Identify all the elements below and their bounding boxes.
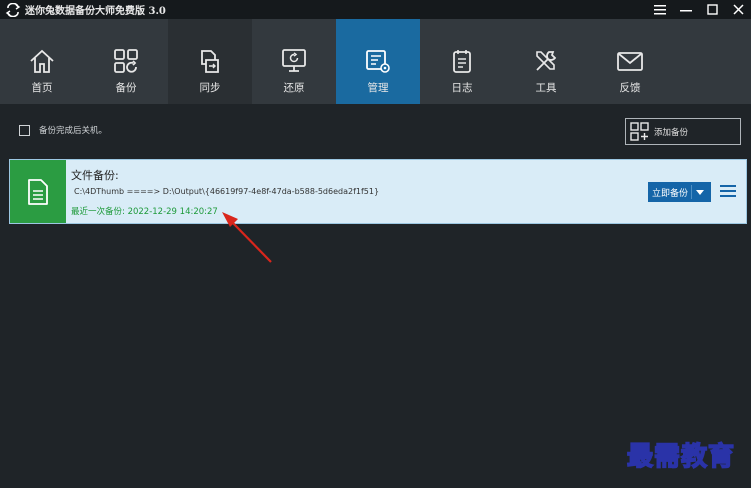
task-path: C:\4DThumb ====> D:\Output\{46619f97-4e8… xyxy=(74,187,380,196)
tab-log-label: 日志 xyxy=(451,82,473,94)
maximize-icon[interactable] xyxy=(705,3,719,17)
tab-tools-label: 工具 xyxy=(535,82,557,94)
shutdown-label: 备份完成后关机。 xyxy=(39,126,108,136)
tab-home-label: 首页 xyxy=(31,82,53,94)
tab-feedback[interactable]: 反馈 xyxy=(588,19,672,104)
add-backup-icon xyxy=(630,121,649,141)
sync-icon xyxy=(201,50,219,73)
home-icon xyxy=(30,49,54,73)
mail-icon xyxy=(617,52,643,71)
tab-manage-label: 管理 xyxy=(367,82,389,94)
tab-backup[interactable]: 备份 xyxy=(84,19,168,104)
add-backup-label: 添加备份 xyxy=(654,127,689,138)
task-title: 文件备份: xyxy=(71,169,119,182)
task-icon-block xyxy=(10,160,66,223)
tab-restore-label: 还原 xyxy=(283,82,305,94)
shutdown-checkbox[interactable] xyxy=(19,125,30,136)
tab-tools[interactable]: 工具 xyxy=(504,19,588,104)
document-icon xyxy=(28,178,48,205)
button-divider xyxy=(691,185,692,199)
restore-monitor-icon xyxy=(282,49,306,72)
tab-sync-label: 同步 xyxy=(199,82,221,94)
tab-home[interactable]: 首页 xyxy=(0,19,84,104)
task-last-backup: 最近一次备份: 2022-12-29 14:20:27 xyxy=(71,207,218,217)
manage-icon xyxy=(366,50,390,73)
backup-now-label: 立即备份 xyxy=(652,188,689,199)
tab-manage[interactable]: 管理 xyxy=(336,19,420,104)
tab-sync[interactable]: 同步 xyxy=(168,19,252,104)
app-title: 迷你兔数据备份大师免费版 3.0 xyxy=(25,6,166,17)
chevron-down-icon[interactable] xyxy=(696,190,704,195)
main-toolbar: 首页 备份 同步 还原 管理 日志 工具 反馈 xyxy=(0,19,751,104)
tab-backup-label: 备份 xyxy=(115,82,137,94)
title-bar: 迷你兔数据备份大师免费版 3.0 xyxy=(0,0,751,19)
tab-restore[interactable]: 还原 xyxy=(252,19,336,104)
app-logo-icon xyxy=(5,2,21,17)
add-backup-button[interactable]: 添加备份 xyxy=(625,118,741,145)
close-icon[interactable] xyxy=(731,3,745,17)
backup-task-card[interactable]: 文件备份: C:\4DThumb ====> D:\Output\{46619f… xyxy=(9,159,747,224)
log-icon xyxy=(453,50,471,73)
menu-icon[interactable] xyxy=(653,3,667,17)
task-menu-icon[interactable] xyxy=(720,185,736,199)
backup-now-button[interactable]: 立即备份 xyxy=(648,182,711,202)
tools-icon xyxy=(536,51,557,71)
backup-grid-icon xyxy=(114,49,138,73)
minimize-icon[interactable] xyxy=(679,3,693,17)
watermark: 最需教育 xyxy=(626,441,736,473)
tab-feedback-label: 反馈 xyxy=(619,82,641,94)
tab-log[interactable]: 日志 xyxy=(420,19,504,104)
